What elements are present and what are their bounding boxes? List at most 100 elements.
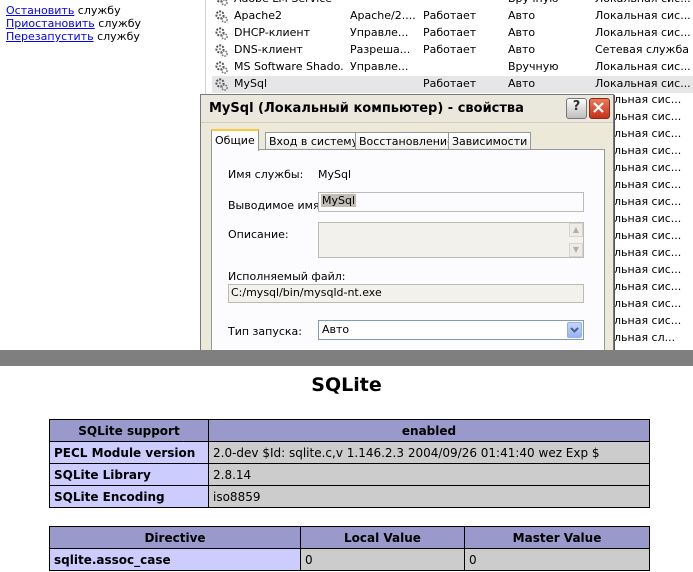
description-label: Описание: xyxy=(228,228,289,241)
service-name-cell: MS Software Shado... xyxy=(234,60,344,73)
service-row[interactable]: DHCP-клиент Управле... Работает Авто Локальн… xyxy=(212,25,693,42)
help-button[interactable]: ? xyxy=(566,98,587,119)
action-restart-text: службу xyxy=(93,30,140,43)
service-logon-cell: Локальная сис... xyxy=(595,9,691,22)
tab-general[interactable]: Общие xyxy=(211,129,259,151)
executable-path-value: C:/mysql/bin/mysqld-nt.exe xyxy=(231,286,382,299)
service-logon-cell: льная сл... xyxy=(614,330,693,347)
service-logon-cell: льная сис... xyxy=(614,177,693,194)
table-row: SQLite Encoding iso8859 xyxy=(49,485,650,508)
service-row[interactable]: MS Software Shado... Управле... Вручную Лок… xyxy=(212,59,693,76)
gear-icon xyxy=(215,10,228,23)
gear-icon xyxy=(215,61,228,74)
action-pause: Приостановить службу xyxy=(6,17,141,30)
help-icon: ? xyxy=(572,99,581,114)
service-logon-cell: Локальная сис... xyxy=(595,77,691,90)
display-name-label: Выводимое имя: xyxy=(228,199,324,212)
gear-icon xyxy=(215,27,228,40)
table-header-row: Directive Local Value Master Value xyxy=(49,526,650,549)
logon-text: льная сис... xyxy=(614,93,682,106)
properties-dialog: MySql (Локальный компьютер) - свойства ?… xyxy=(200,94,614,350)
logon-text: льная сис... xyxy=(614,229,682,242)
table-row: SQLite Library 2.8.14 xyxy=(49,463,650,486)
service-name-cell: Apache2 xyxy=(234,9,283,22)
service-status-cell: Работает xyxy=(423,77,477,90)
action-stop-text: службу xyxy=(74,4,121,17)
table-header-cell: Local Value xyxy=(300,526,465,549)
service-startup-cell: Авто xyxy=(508,26,536,39)
service-logon-cell: льная сис... xyxy=(614,194,693,211)
dropdown-button[interactable] xyxy=(567,322,582,338)
service-startup-cell: Авто xyxy=(508,43,536,56)
service-name-cell: DNS-клиент xyxy=(234,43,303,56)
description-scrollbar[interactable]: ▲ ▼ xyxy=(569,223,583,257)
display-name-field[interactable]: MySql xyxy=(318,192,584,212)
service-logon-cell: Локальная сис... xyxy=(595,26,691,39)
executable-path-field[interactable]: C:/mysql/bin/mysqld-nt.exe xyxy=(228,284,584,303)
scroll-up-arrow-icon[interactable]: ▲ xyxy=(569,223,583,237)
service-description-cell: Управле... xyxy=(350,60,409,73)
service-name-cell: Adobe LM Service xyxy=(234,0,344,5)
logon-text: льная сис... xyxy=(614,297,682,310)
service-logon-cell: льная сис... xyxy=(614,279,693,296)
service-row[interactable]: MySql Работает Авто Локальная сис... xyxy=(212,76,693,93)
service-status-cell: Работает xyxy=(423,43,477,56)
table-header-cell: Directive xyxy=(49,526,301,549)
logon-text: льная сис... xyxy=(614,280,682,293)
service-logon-cell: льная сис... xyxy=(614,228,693,245)
service-status-cell: Работает xyxy=(423,26,477,39)
table-key-cell: sqlite.assoc_case xyxy=(49,548,301,571)
service-logon-cell: льная сис... xyxy=(614,313,693,330)
table-key-cell: SQLite Encoding xyxy=(49,485,209,508)
tab-logon[interactable]: Вход в систему xyxy=(265,132,363,150)
service-logon-cell: льная сис... xyxy=(614,211,693,228)
service-startup-cell: Вручную xyxy=(508,0,588,5)
startup-type-select[interactable]: Авто xyxy=(318,320,584,340)
service-logon-cell: льная сис... xyxy=(614,92,693,109)
executable-label: Исполняемый файл: xyxy=(228,270,346,283)
dialog-title: MySql (Локальный компьютер) - свойства xyxy=(209,101,524,116)
table-header-row: SQLite support enabled xyxy=(49,419,650,442)
service-row[interactable]: Apache2 Apache/2.... Работает Авто Локальная… xyxy=(212,8,693,25)
description-field[interactable]: ▲ ▼ xyxy=(318,222,584,258)
service-row[interactable]: DNS-клиент Разреша... Работает Авто Сетевая … xyxy=(212,42,693,59)
separator-gap xyxy=(0,366,693,372)
sqlite-directive-table: Directive Local Value Master Value sqlit… xyxy=(49,526,650,571)
stop-service-link[interactable]: Остановить xyxy=(6,4,74,17)
service-name-cell: MySql xyxy=(234,77,268,90)
logon-text: льная сис... xyxy=(614,161,682,174)
table-value-cell: 2.8.14 xyxy=(208,463,650,486)
table-key-cell: SQLite Library xyxy=(49,463,209,486)
table-value-cell: 2.0-dev $Id: sqlite.c,v 1.146.2.3 2004/0… xyxy=(208,441,650,464)
display-name-value: MySql xyxy=(321,194,357,207)
dialog-title-bar[interactable]: MySql (Локальный компьютер) - свойства ? xyxy=(201,95,613,123)
service-row[interactable]: Adobe LM Service Вручную Локальная сис... xyxy=(212,0,693,8)
logon-text: льная сис... xyxy=(614,212,682,225)
tab-dependencies[interactable]: Зависимости xyxy=(448,132,532,150)
service-logon-cell: Локальная сис... xyxy=(595,60,691,73)
general-tab-panel: Имя службы: MySql Выводимое имя: MySql О… xyxy=(211,149,605,350)
scroll-down-arrow-icon[interactable]: ▼ xyxy=(569,243,583,257)
pause-service-link[interactable]: Приостановить xyxy=(6,17,95,30)
service-name-value: MySql xyxy=(318,168,352,181)
sqlite-heading: SQLite xyxy=(311,374,382,396)
service-logon-cell: льная сис... xyxy=(614,143,693,160)
table-value-cell: iso8859 xyxy=(208,485,650,508)
service-startup-cell: Вручную xyxy=(508,60,559,73)
service-actions-pane: Остановить службу Приостановить службу П… xyxy=(0,0,206,350)
service-logon-cell: Сетевая служба xyxy=(595,43,689,56)
logon-text: льная сис... xyxy=(614,246,682,259)
close-button[interactable] xyxy=(589,98,610,119)
logon-text: льная сис... xyxy=(614,263,682,276)
table-key-cell: PECL Module version xyxy=(49,441,209,464)
service-logon-cell: льная сис... xyxy=(614,262,693,279)
chevron-down-icon xyxy=(570,327,579,333)
service-name-label: Имя службы: xyxy=(228,168,304,181)
logon-text: льная сис... xyxy=(614,314,682,327)
tab-recovery[interactable]: Восстановление xyxy=(355,132,458,150)
startup-type-label: Тип запуска: xyxy=(228,325,302,338)
gear-icon xyxy=(215,44,228,57)
logon-text: льная сис... xyxy=(614,144,682,157)
service-logon-cell: льная сис... xyxy=(614,109,693,126)
restart-service-link[interactable]: Перезапустить xyxy=(6,30,94,43)
